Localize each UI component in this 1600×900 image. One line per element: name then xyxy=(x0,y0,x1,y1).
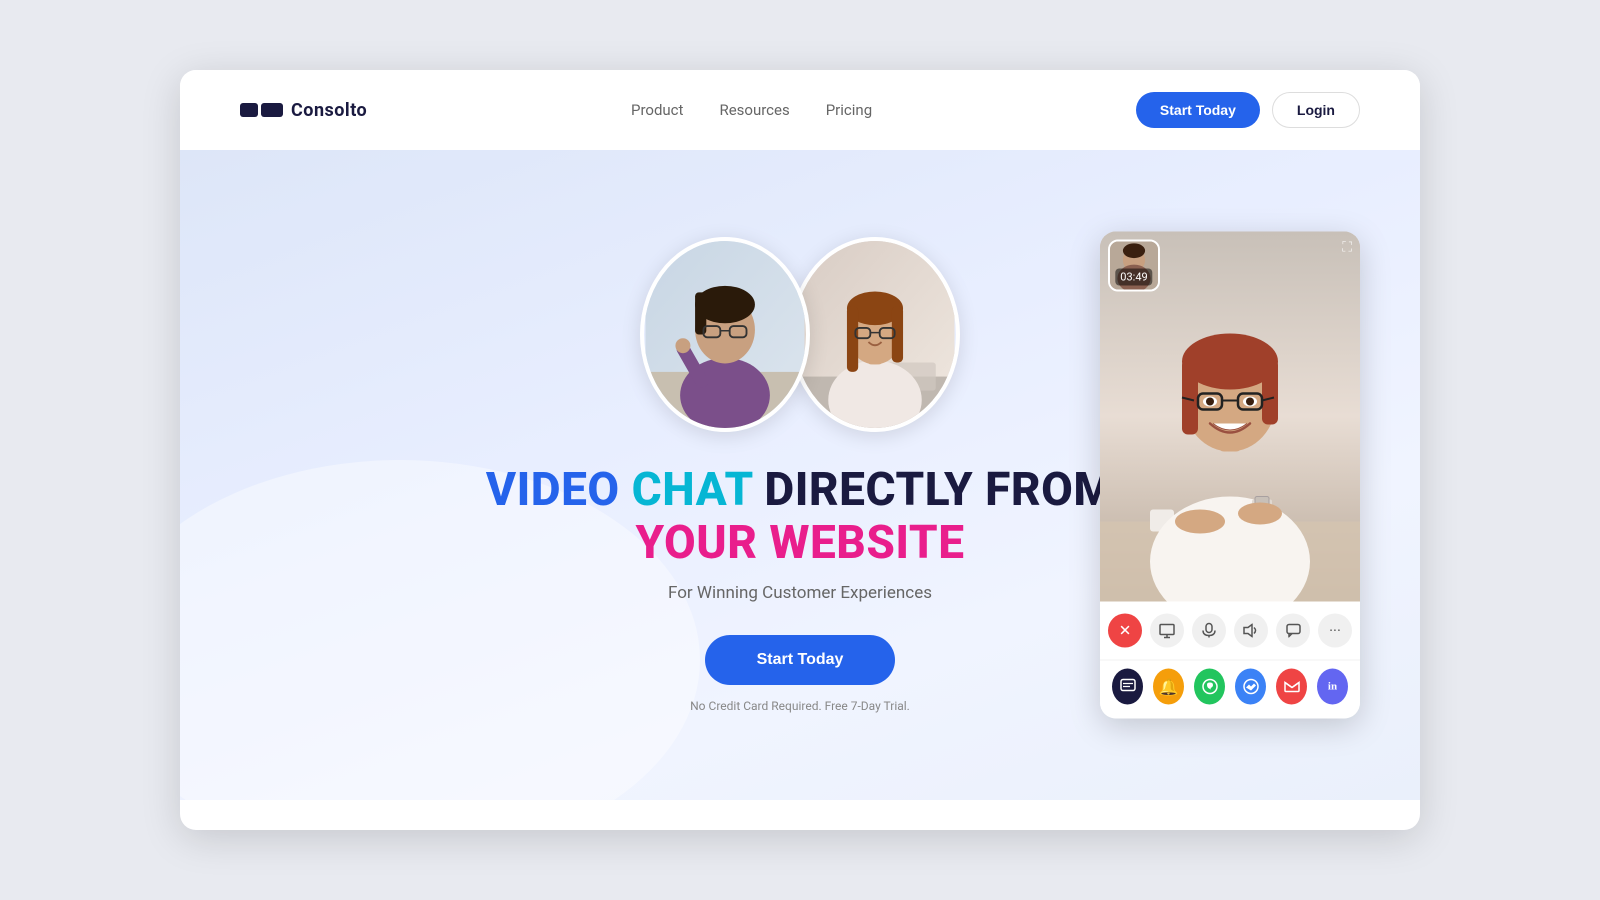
chat-social-button[interactable] xyxy=(1112,669,1143,705)
more-button[interactable]: ··· xyxy=(1318,614,1352,648)
hero-section: VIDEO CHAT DIRECTLY FROM YOUR WEBSITE Fo… xyxy=(180,150,1420,800)
video-pip: 03:49 xyxy=(1108,240,1160,292)
logo-square-1 xyxy=(240,103,258,117)
logo-square-2 xyxy=(261,103,283,117)
video-call-widget: 03:49 ⛶ ✕ xyxy=(1100,232,1360,719)
thumbnail-person-1 xyxy=(640,237,810,432)
hero-headline: VIDEO CHAT DIRECTLY FROM YOUR WEBSITE xyxy=(486,464,1114,570)
nav-actions: Start Today Login xyxy=(1136,92,1360,128)
video-main-area: 03:49 ⛶ xyxy=(1100,232,1360,602)
messenger-social-button[interactable] xyxy=(1235,669,1266,705)
nav-links: Product Resources Pricing xyxy=(631,101,872,119)
headline-directly-from: DIRECTLY FROM xyxy=(764,463,1114,517)
logo: Consolto xyxy=(240,100,367,121)
end-call-button[interactable]: ✕ xyxy=(1108,614,1142,648)
video-top-bar: ⛶ xyxy=(1342,240,1352,256)
logo-icon xyxy=(240,103,283,117)
video-social-buttons: 🔔 in xyxy=(1100,660,1360,719)
thumbnail-person-2 xyxy=(790,237,960,432)
login-button[interactable]: Login xyxy=(1272,92,1360,128)
hero-content: VIDEO CHAT DIRECTLY FROM YOUR WEBSITE Fo… xyxy=(486,237,1114,714)
hero-note: No Credit Card Required. Free 7-Day Tria… xyxy=(690,699,910,713)
chat-button[interactable] xyxy=(1276,614,1310,648)
headline-word-video: VIDEO xyxy=(486,463,632,517)
google-social-button[interactable] xyxy=(1276,669,1307,705)
browser-window: Consolto Product Resources Pricing Start… xyxy=(180,70,1420,830)
whatsapp-social-button[interactable] xyxy=(1194,669,1225,705)
start-today-nav-button[interactable]: Start Today xyxy=(1136,92,1260,128)
headline-your-website: YOUR WEBSITE xyxy=(635,516,964,570)
nav-product[interactable]: Product xyxy=(631,101,683,119)
linkedin-social-button[interactable]: in xyxy=(1317,669,1348,705)
nav-pricing[interactable]: Pricing xyxy=(826,101,872,119)
start-today-hero-button[interactable]: Start Today xyxy=(705,635,896,685)
logo-text: Consolto xyxy=(291,100,367,121)
hero-thumbnails xyxy=(640,237,960,432)
volume-button[interactable] xyxy=(1234,614,1268,648)
navbar: Consolto Product Resources Pricing Start… xyxy=(180,70,1420,150)
headline-word-chat: CHAT xyxy=(632,463,765,517)
nav-resources[interactable]: Resources xyxy=(719,101,789,119)
screen-share-button[interactable] xyxy=(1150,614,1184,648)
mute-button[interactable] xyxy=(1192,614,1226,648)
video-controls: ✕ ··· xyxy=(1100,602,1360,660)
video-timer: 03:49 xyxy=(1115,269,1152,286)
notification-social-button[interactable]: 🔔 xyxy=(1153,669,1184,705)
expand-icon[interactable]: ⛶ xyxy=(1342,240,1352,256)
hero-subheading: For Winning Customer Experiences xyxy=(668,583,932,603)
